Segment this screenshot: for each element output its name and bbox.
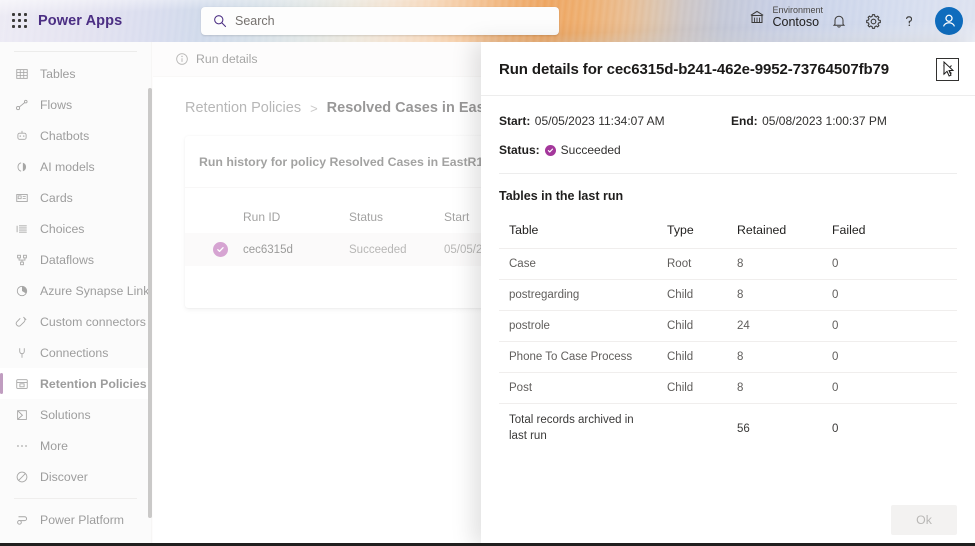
dialog-body: Start: 05/05/2023 11:34:07 AM End: 05/08… <box>481 96 975 494</box>
environment-name: Contoso <box>772 15 820 30</box>
gear-icon[interactable] <box>865 13 882 30</box>
cell-retained: 8 <box>737 341 832 373</box>
cell-type: Child <box>667 341 737 373</box>
mouse-cursor-icon <box>943 61 955 77</box>
environment-selector[interactable]: Environment Contoso <box>749 5 823 30</box>
end-value: 05/08/2023 1:00:37 PM <box>762 114 887 128</box>
power-apps-window: Power Apps Environment Contoso <box>0 0 975 546</box>
search-box[interactable] <box>201 7 559 35</box>
cell-failed: 0 <box>832 279 957 311</box>
cell-retained: 24 <box>737 310 832 342</box>
cell-table: postrole <box>499 310 667 342</box>
start-value: 05/05/2023 11:34:07 AM <box>534 114 665 128</box>
cell-table: Post <box>499 372 667 404</box>
help-question-icon[interactable] <box>900 13 917 30</box>
table-row: Phone To Case Process Child 8 0 <box>499 341 957 373</box>
status-label: Status: <box>499 143 540 157</box>
cell-failed: 0 <box>832 372 957 404</box>
brand-title: Power Apps <box>38 13 123 29</box>
cell-table: Phone To Case Process <box>499 341 667 373</box>
cell-table-total: Total records archived in last run <box>499 403 667 454</box>
table-row: postregarding Child 8 0 <box>499 279 957 311</box>
cell-failed: 0 <box>832 310 957 342</box>
status-badge: Succeeded <box>560 143 621 157</box>
cell-table: postregarding <box>499 279 667 311</box>
start-label: Start: <box>499 114 531 128</box>
close-button[interactable] <box>936 58 959 81</box>
user-avatar[interactable] <box>935 7 963 35</box>
cell-type: Child <box>667 372 737 404</box>
cell-failed: 0 <box>832 341 957 373</box>
cell-failed: 0 <box>832 248 957 280</box>
tables-section-title: Tables in the last run <box>499 189 624 203</box>
bell-icon[interactable] <box>830 13 847 30</box>
table-row-total: Total records archived in last run 56 0 <box>499 403 957 454</box>
dialog-status-row: Status: Succeeded <box>499 143 957 157</box>
cell-type: Child <box>667 279 737 311</box>
dialog-header: Run details for cec6315d-b241-462e-9952-… <box>481 42 975 96</box>
cell-type: Root <box>667 248 737 280</box>
dialog-time-row: Start: 05/05/2023 11:34:07 AM End: 05/08… <box>499 112 957 130</box>
col-retained: Retained <box>737 223 787 237</box>
app-header: Power Apps Environment Contoso <box>0 0 975 42</box>
col-type: Type <box>667 223 694 237</box>
col-failed: Failed <box>832 223 866 237</box>
search-icon <box>214 15 227 28</box>
dialog-title: Run details for cec6315d-b241-462e-9952-… <box>499 61 890 78</box>
environment-label: Environment <box>772 5 823 15</box>
table-row: Case Root 8 0 <box>499 248 957 280</box>
cell-type: Child <box>667 310 737 342</box>
end-label: End: <box>731 114 758 128</box>
table-row: Post Child 8 0 <box>499 372 957 404</box>
cell-table: Case <box>499 248 667 280</box>
person-icon <box>942 14 956 27</box>
start-time-group: Start: 05/05/2023 11:34:07 AM <box>499 112 731 130</box>
cell-retained-total: 56 <box>737 403 832 454</box>
run-details-dialog: Run details for cec6315d-b241-462e-9952-… <box>481 42 975 546</box>
ok-button[interactable]: Ok <box>891 505 957 535</box>
cell-retained: 8 <box>737 279 832 311</box>
cell-table-total-text: Total records archived in last run <box>509 414 634 442</box>
cell-type-total <box>667 403 737 454</box>
header-icon-group <box>830 0 963 42</box>
table-row: postrole Child 24 0 <box>499 310 957 342</box>
dialog-footer: Ok <box>481 494 975 546</box>
search-input[interactable] <box>235 14 535 28</box>
dialog-section-divider <box>499 173 957 174</box>
environment-icon <box>751 11 764 24</box>
tables-header-row: Table Type Retained Failed <box>499 223 957 249</box>
app-launcher-icon[interactable] <box>12 13 28 29</box>
status-success-icon <box>544 144 556 156</box>
cell-failed-total: 0 <box>832 403 957 454</box>
tables-in-last-run-table: Table Type Retained Failed Case Root 8 0… <box>499 223 957 454</box>
cell-retained: 8 <box>737 248 832 280</box>
end-time-group: End: 05/08/2023 1:00:37 PM <box>731 112 887 130</box>
cell-retained: 8 <box>737 372 832 404</box>
col-table: Table <box>509 223 539 237</box>
